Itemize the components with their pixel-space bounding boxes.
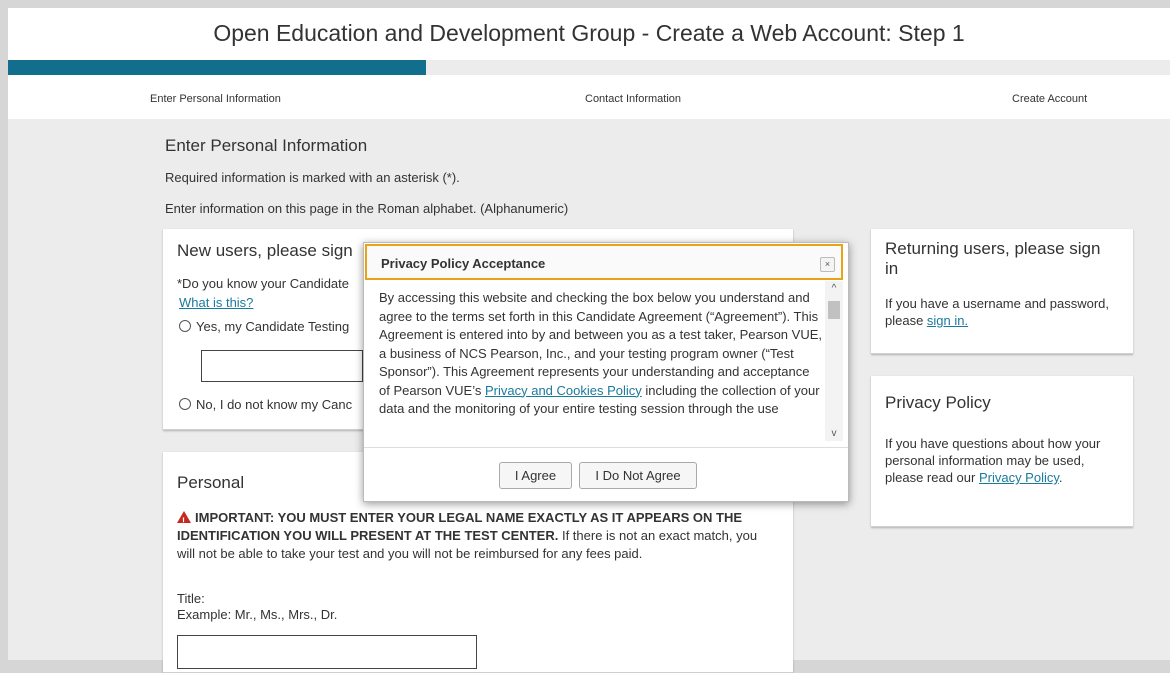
candidate-id-input[interactable]	[201, 350, 363, 382]
yes-candidate-option[interactable]: Yes, my Candidate Testing	[179, 319, 349, 334]
progress-fill	[8, 60, 427, 75]
title-field-example: Example: Mr., Ms., Mrs., Dr.	[177, 607, 338, 622]
personal-title: Personal	[177, 473, 245, 492]
step-contact-information: Contact Information	[585, 93, 681, 105]
modal-header: Privacy Policy Acceptance ×	[365, 244, 843, 280]
yes-option-label: Yes, my Candidate Testing	[196, 319, 350, 334]
returning-users-description: If you have a username and password, ple…	[885, 296, 1110, 328]
title-bar: Open Education and Development Group - C…	[8, 8, 1170, 60]
scrollbar-thumb[interactable]	[828, 301, 840, 319]
scroll-down-icon[interactable]: v	[825, 428, 843, 439]
no-radio[interactable]	[179, 398, 191, 410]
new-users-title: New users, please sign	[177, 241, 353, 260]
section-heading: Enter Personal Information	[165, 136, 368, 155]
modal-title: Privacy Policy Acceptance	[381, 256, 546, 271]
privacy-policy-card: Privacy Policy If you have questions abo…	[871, 376, 1133, 527]
scroll-up-icon[interactable]: ^	[825, 283, 843, 294]
privacy-cookies-policy-link[interactable]: Privacy and Cookies Policy	[485, 383, 642, 398]
privacy-policy-period: .	[1058, 470, 1063, 485]
privacy-policy-link[interactable]: Privacy Policy	[979, 470, 1059, 485]
legal-name-warning: IMPORTANT: YOU MUST ENTER YOUR LEGAL NAM…	[177, 509, 777, 563]
agree-button[interactable]: I Agree	[499, 462, 572, 489]
sign-in-link[interactable]: sign in.	[927, 313, 968, 328]
what-is-this-link[interactable]: What is this?	[179, 295, 253, 310]
close-icon[interactable]: ×	[820, 257, 835, 272]
title-field-label: Title:	[177, 591, 205, 606]
returning-users-title: Returning users, please sign in	[885, 239, 1101, 278]
roman-alphabet-note: Enter information on this page in the Ro…	[165, 201, 569, 216]
agreement-text-part1: By accessing this website and checking t…	[379, 290, 822, 398]
returning-users-card: Returning users, please sign in If you h…	[871, 229, 1133, 354]
progress-bar	[8, 60, 1170, 75]
step-create-account: Create Account	[1012, 93, 1088, 105]
no-option-label: No, I do not know my Canc	[196, 397, 353, 412]
candidate-id-question: *Do you know your Candidate	[177, 276, 349, 291]
returning-users-text: If you have a username and password, ple…	[885, 295, 1115, 329]
step-labels: Enter Personal Information Contact Infor…	[8, 75, 1170, 119]
privacy-policy-modal: Privacy Policy Acceptance × By accessing…	[363, 242, 849, 502]
title-input[interactable]	[177, 635, 477, 669]
modal-scrollbar[interactable]: ^ v	[825, 281, 843, 441]
yes-radio[interactable]	[179, 320, 191, 332]
privacy-policy-title: Privacy Policy	[885, 393, 991, 412]
required-note: Required information is marked with an a…	[165, 170, 460, 185]
privacy-policy-text: If you have questions about how your per…	[885, 435, 1117, 486]
step-personal-information: Enter Personal Information	[150, 93, 281, 105]
warning-icon	[177, 511, 191, 530]
page-title: Open Education and Development Group - C…	[213, 20, 965, 46]
no-candidate-option[interactable]: No, I do not know my Canc	[179, 397, 352, 412]
do-not-agree-button[interactable]: I Do Not Agree	[579, 462, 697, 489]
modal-footer: I Agree I Do Not Agree	[364, 447, 848, 502]
modal-body: By accessing this website and checking t…	[379, 289, 823, 439]
